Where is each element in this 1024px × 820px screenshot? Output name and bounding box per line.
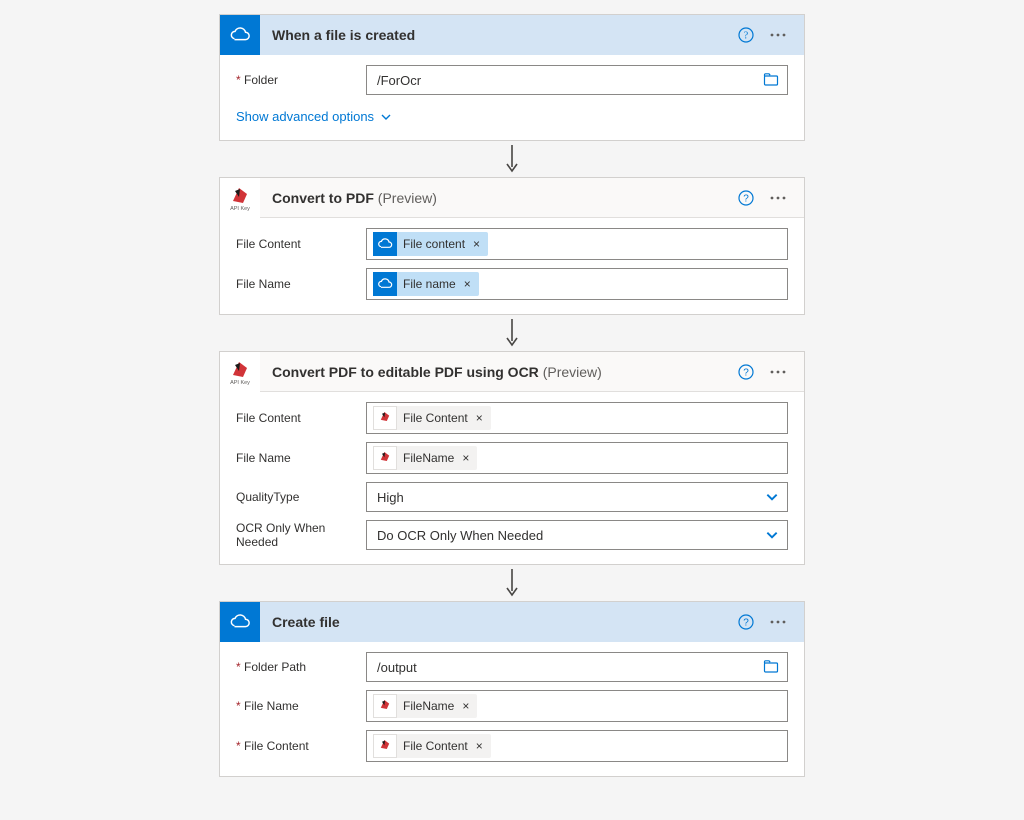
- token-remove[interactable]: ×: [472, 411, 487, 425]
- ocr-only-label: OCR Only When Needed: [236, 521, 366, 550]
- cloud-icon: [220, 15, 260, 55]
- action-card-ocr: API Key Convert PDF to editable PDF usin…: [219, 351, 805, 565]
- more-icon[interactable]: [760, 184, 796, 212]
- folder-path-label: * Folder Path: [236, 660, 366, 674]
- action-card-create-file: Create file ? * Folder Path /output: [219, 601, 805, 777]
- card-title-suffix: (Preview): [378, 190, 437, 206]
- file-name-input[interactable]: FileName ×: [366, 690, 788, 722]
- more-icon[interactable]: [760, 608, 796, 636]
- token-remove[interactable]: ×: [458, 451, 473, 465]
- dynamic-token[interactable]: FileName ×: [373, 446, 477, 470]
- card-header[interactable]: API Key Convert PDF to editable PDF usin…: [220, 352, 804, 392]
- file-name-label: File Name: [236, 451, 366, 465]
- token-remove[interactable]: ×: [472, 739, 487, 753]
- dynamic-token[interactable]: FileName ×: [373, 694, 477, 718]
- cloud-icon: [220, 602, 260, 642]
- token-remove[interactable]: ×: [458, 699, 473, 713]
- cloud-icon: [373, 272, 397, 296]
- card-header[interactable]: Create file ?: [220, 602, 804, 642]
- file-name-label: * File Name: [236, 699, 366, 713]
- svg-text:API Key: API Key: [230, 380, 250, 386]
- card-title: Convert PDF to editable PDF using OCR: [272, 364, 539, 380]
- file-content-label: File Content: [236, 411, 366, 425]
- token-remove[interactable]: ×: [469, 237, 484, 251]
- card-title: When a file is created: [272, 27, 415, 43]
- file-content-input[interactable]: File content ×: [366, 228, 788, 260]
- apikey-icon: [373, 406, 397, 430]
- help-icon[interactable]: ?: [732, 21, 760, 49]
- quality-select[interactable]: High: [366, 482, 788, 512]
- card-title-suffix: (Preview): [543, 364, 602, 380]
- flow-arrow: [502, 315, 522, 351]
- svg-text:API Key: API Key: [230, 206, 250, 212]
- ocr-only-select[interactable]: Do OCR Only When Needed: [366, 520, 788, 550]
- dynamic-token[interactable]: File name ×: [373, 272, 479, 296]
- file-content-input[interactable]: File Content ×: [366, 402, 788, 434]
- apikey-icon: API Key: [220, 178, 260, 218]
- help-icon[interactable]: ?: [732, 184, 760, 212]
- token-remove[interactable]: ×: [460, 277, 475, 291]
- card-header[interactable]: When a file is created ?: [220, 15, 804, 55]
- flow-arrow: [502, 141, 522, 177]
- folder-label: * Folder: [236, 73, 366, 87]
- file-content-input[interactable]: File Content ×: [366, 730, 788, 762]
- svg-text:?: ?: [743, 193, 749, 204]
- more-icon[interactable]: [760, 358, 796, 386]
- apikey-icon: [373, 734, 397, 758]
- folder-picker-icon[interactable]: [761, 72, 781, 88]
- cloud-icon: [373, 232, 397, 256]
- card-title: Create file: [272, 614, 340, 630]
- file-name-input[interactable]: FileName ×: [366, 442, 788, 474]
- dynamic-token[interactable]: File Content ×: [373, 406, 491, 430]
- folder-picker-icon[interactable]: [761, 659, 781, 675]
- card-header[interactable]: API Key Convert to PDF (Preview) ?: [220, 178, 804, 218]
- show-advanced-link[interactable]: Show advanced options: [236, 103, 392, 126]
- trigger-card: When a file is created ? * Folder /ForOc…: [219, 14, 805, 141]
- file-name-input[interactable]: File name ×: [366, 268, 788, 300]
- folder-path-input[interactable]: /output: [366, 652, 788, 682]
- chevron-down-icon: [763, 528, 781, 542]
- svg-text:?: ?: [743, 367, 749, 378]
- file-content-label: * File Content: [236, 739, 366, 753]
- more-icon[interactable]: [760, 21, 796, 49]
- apikey-icon: API Key: [220, 352, 260, 392]
- file-content-label: File Content: [236, 237, 366, 251]
- folder-input[interactable]: /ForOcr: [366, 65, 788, 95]
- action-card-convert-pdf: API Key Convert to PDF (Preview) ? File …: [219, 177, 805, 315]
- svg-text:?: ?: [744, 31, 749, 42]
- help-icon[interactable]: ?: [732, 358, 760, 386]
- svg-text:?: ?: [743, 618, 749, 629]
- apikey-icon: [373, 446, 397, 470]
- chevron-down-icon: [763, 490, 781, 504]
- card-title: Convert to PDF: [272, 190, 374, 206]
- file-name-label: File Name: [236, 277, 366, 291]
- dynamic-token[interactable]: File Content ×: [373, 734, 491, 758]
- chevron-down-icon: [380, 111, 392, 123]
- apikey-icon: [373, 694, 397, 718]
- quality-label: QualityType: [236, 490, 366, 504]
- help-icon[interactable]: ?: [732, 608, 760, 636]
- flow-arrow: [502, 565, 522, 601]
- dynamic-token[interactable]: File content ×: [373, 232, 488, 256]
